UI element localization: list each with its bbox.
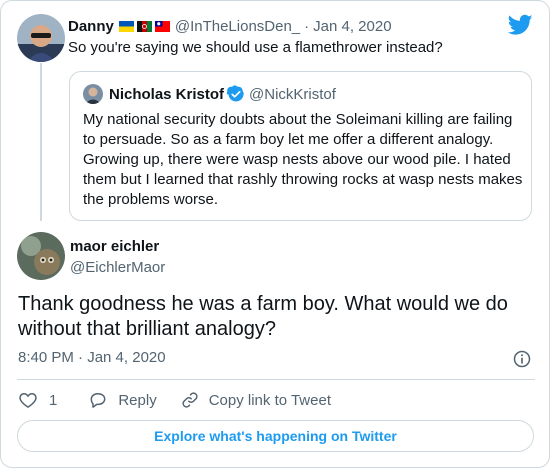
verified-badge-icon: [227, 85, 244, 102]
reply-button[interactable]: Reply: [88, 390, 157, 410]
link-icon: [182, 392, 198, 408]
tweet-embed-card: Danny @InTheLionsDen_ · Jan 4, 2020 So y…: [0, 0, 550, 468]
like-button[interactable]: 1: [18, 390, 57, 410]
retweeted-date[interactable]: Jan 4, 2020: [313, 18, 391, 35]
retweeter-avatar[interactable]: [17, 14, 65, 62]
quoted-text: My national security doubts about the So…: [83, 111, 523, 208]
retweeted-header: Danny @InTheLionsDen_ · Jan 4, 2020: [68, 16, 392, 36]
quoted-author-name: Nicholas Kristof: [109, 85, 225, 103]
separator-dot: ·: [304, 17, 310, 35]
copy-link-button[interactable]: Copy link to Tweet: [180, 390, 331, 410]
quoted-header: Nicholas Kristof @NickKristof: [83, 84, 336, 104]
retweeted-text: So you're saying we should use a flameth…: [68, 39, 443, 56]
tweet-text: Thank goodness he was a farm boy. What w…: [18, 293, 508, 340]
tweet-timestamp[interactable]: 8:40 PM · Jan 4, 2020: [18, 349, 166, 366]
ukraine-flag-icon: [118, 20, 134, 32]
explore-button[interactable]: Explore what's happening on Twitter: [17, 420, 534, 452]
info-icon[interactable]: [512, 349, 532, 369]
heart-icon: [19, 393, 37, 408]
twitter-bird-icon[interactable]: [508, 14, 533, 36]
copy-link-label: Copy link to Tweet: [208, 391, 331, 409]
author-handle[interactable]: @EichlerMaor: [70, 259, 165, 276]
afghanistan-flag-icon: [136, 20, 152, 32]
quoted-tweet[interactable]: Nicholas Kristof @NickKristof My nationa…: [69, 71, 532, 221]
author-name[interactable]: maor eichler: [70, 238, 159, 255]
divider: [17, 379, 535, 380]
action-bar: 1 Reply Copy link to Tweet: [18, 389, 331, 411]
reply-icon: [90, 393, 106, 408]
author-avatar[interactable]: [17, 232, 65, 280]
thread-connector-line: [40, 63, 42, 221]
flag-emojis: [118, 20, 170, 32]
like-count: 1: [49, 391, 58, 409]
taiwan-flag-icon: [154, 20, 170, 32]
retweeter-handle[interactable]: @InTheLionsDen_: [175, 18, 300, 35]
quoted-avatar: [83, 84, 103, 104]
reply-label: Reply: [118, 391, 157, 409]
retweeter-name[interactable]: Danny: [68, 18, 114, 35]
quoted-author-handle: @NickKristof: [249, 85, 336, 103]
